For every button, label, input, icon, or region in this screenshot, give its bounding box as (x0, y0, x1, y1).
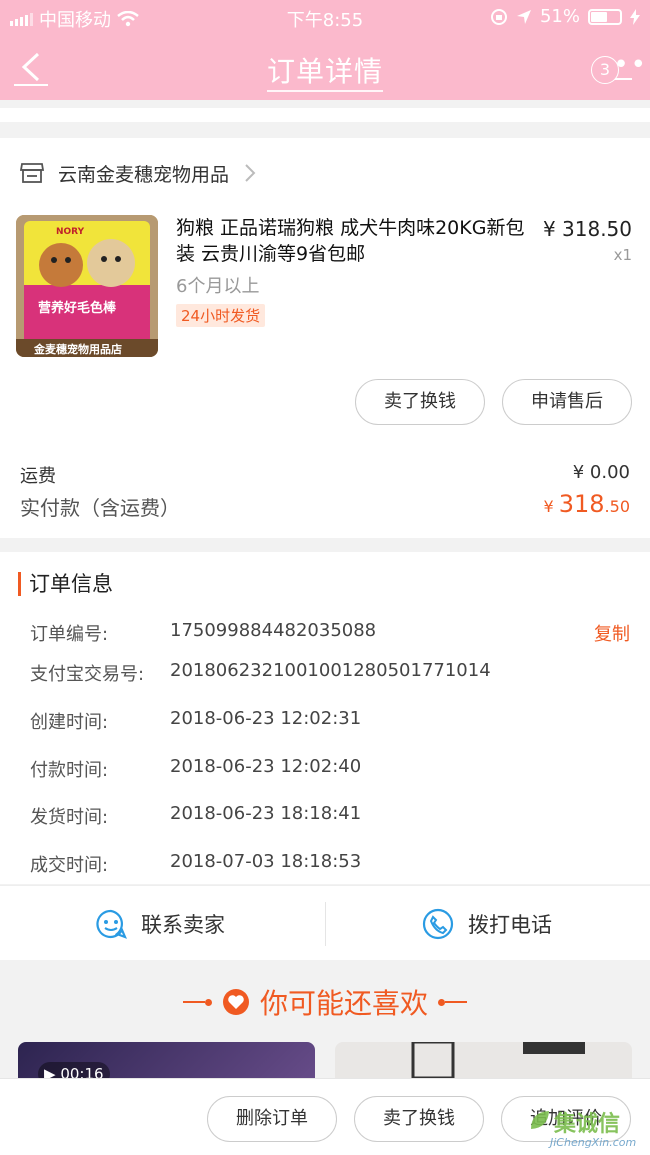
recommend-title: 你可能还喜欢 (0, 982, 650, 1022)
contact-seller-label: 联系卖家 (141, 912, 225, 937)
delete-order-button[interactable]: 删除订单 (207, 1096, 337, 1142)
product-title[interactable]: 狗粮 正品诺瑞狗粮 成犬牛肉味20KG新包装 云贵川渝等9省包邮 (176, 215, 534, 267)
sell-exchange-bottom-button[interactable]: 卖了换钱 (354, 1096, 484, 1142)
chevron-right-icon (245, 164, 256, 182)
completed-time-label: 成交时间: (30, 855, 109, 876)
contact-bar: 联系卖家 拨打电话 (0, 885, 650, 960)
order-id-value: 175099884482035088 (170, 620, 377, 641)
rotation-lock-icon (490, 8, 507, 25)
shipping-fee-value: ¥ 0.00 (572, 462, 630, 483)
alipay-trade-value: 2018062321001001280501771014 (170, 660, 491, 681)
bag-brand: NORY (56, 227, 85, 237)
battery-percent: 51% (539, 6, 580, 27)
message-badge: 3 (591, 56, 619, 84)
shop-name: 云南金麦穗宠物用品 (58, 163, 230, 186)
chat-icon (96, 909, 127, 939)
product-quantity: x1 (613, 246, 632, 264)
paid-label: 实付款（含运费） (20, 496, 180, 520)
shipping-tag: 24小时发货 (176, 304, 266, 327)
nav-bar: 订单详情 ••• 3 (0, 36, 650, 100)
page-title: 订单详情 (0, 50, 650, 92)
bag-shop: 金麦穗宠物用品店 (34, 343, 122, 356)
charging-icon (630, 8, 640, 25)
phone-icon (422, 908, 454, 939)
watermark-logo: 集诚信 JiChengXin.com (528, 1106, 646, 1152)
top-strip (0, 108, 650, 122)
shipped-time-label: 发货时间: (30, 807, 109, 828)
paid-time-value: 2018-06-23 12:02:40 (170, 756, 362, 777)
call-label: 拨打电话 (468, 912, 552, 937)
shop-icon (20, 163, 44, 183)
created-time-label: 创建时间: (30, 712, 109, 733)
shop-link[interactable]: 云南金麦穗宠物用品 (20, 160, 257, 186)
call-button[interactable]: 拨打电话 (422, 886, 552, 961)
status-bar: 中国移动 下午8:55 51% (0, 0, 650, 36)
shipped-time-value: 2018-06-23 18:18:41 (170, 803, 362, 824)
product-price: ¥ 318.50 (542, 217, 632, 241)
completed-time-value: 2018-07-03 18:18:53 (170, 851, 362, 872)
header-bar: 中国移动 下午8:55 51% 订单详情 ••• 3 (0, 0, 650, 100)
heart-icon (222, 989, 249, 1015)
paid-amount: ¥ 318.50 (543, 490, 630, 518)
order-id-label: 订单编号: (30, 624, 109, 645)
order-info-title: 订单信息 (18, 572, 113, 596)
product-image[interactable]: NORY 营养好毛色棒 金麦穗宠物用品店 (16, 215, 158, 357)
shipping-fee-label: 运费 (20, 466, 56, 487)
location-icon (516, 9, 531, 24)
more-button[interactable]: ••• 3 (591, 52, 646, 84)
copy-button[interactable]: 复制 (594, 620, 630, 646)
contact-seller-button[interactable]: 联系卖家 (95, 886, 225, 961)
alipay-trade-label: 支付宝交易号: (30, 664, 145, 685)
product-spec: 6个月以上 (176, 276, 260, 297)
created-time-value: 2018-06-23 12:02:31 (170, 708, 362, 729)
bag-label: 营养好毛色棒 (38, 301, 117, 316)
after-sale-button[interactable]: 申请售后 (502, 379, 632, 425)
watermark-leaf-icon (531, 1111, 549, 1129)
battery-icon (588, 8, 622, 25)
sell-exchange-button[interactable]: 卖了换钱 (355, 379, 485, 425)
paid-time-label: 付款时间: (30, 760, 109, 781)
